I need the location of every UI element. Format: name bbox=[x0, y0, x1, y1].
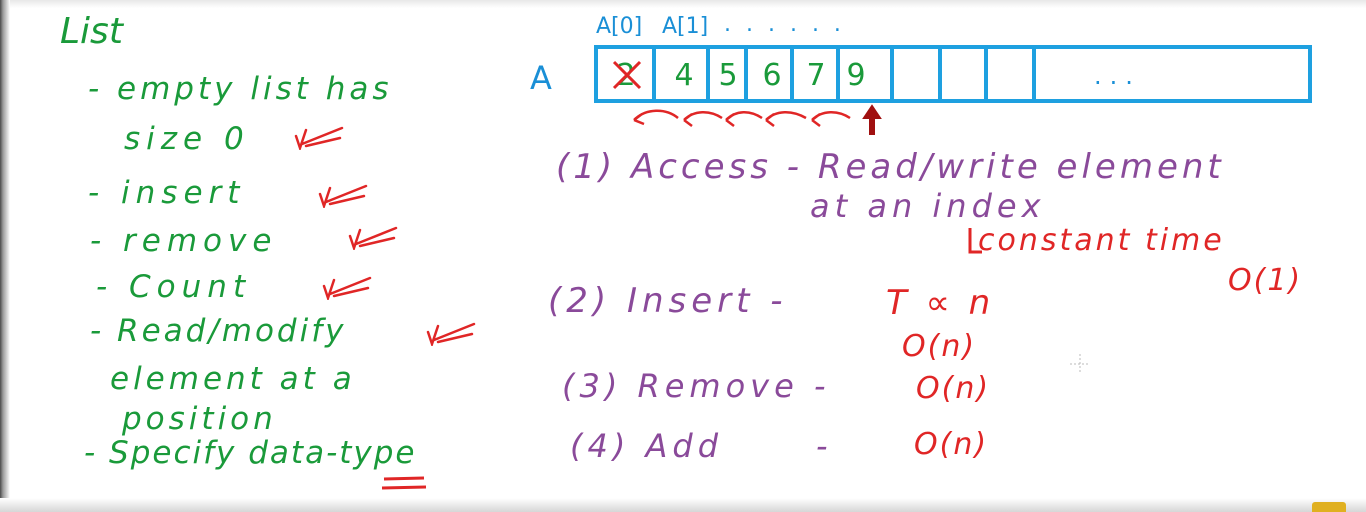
array-cell-divider bbox=[942, 47, 988, 101]
insert-complexity: O(n) bbox=[902, 329, 977, 364]
array-index-label-dots: . . . . . . bbox=[724, 12, 845, 37]
array-name: A bbox=[530, 59, 552, 97]
bottom-edge bbox=[0, 498, 1366, 512]
operation-remove: (3) Remove - bbox=[562, 367, 831, 405]
left-edge bbox=[0, 0, 10, 512]
array-index-label-0: A[0] bbox=[596, 14, 643, 39]
add-complexity: O(n) bbox=[914, 427, 989, 462]
check-icon bbox=[426, 322, 476, 346]
access-complexity: O(1) bbox=[1228, 263, 1303, 298]
list-item-read-modify: - Read/modify bbox=[90, 313, 347, 349]
shift-arrows bbox=[633, 104, 882, 135]
operation-insert: (2) Insert - bbox=[548, 281, 788, 321]
crosshair-cursor-icon bbox=[1070, 354, 1090, 374]
operation-access-line2: at an index bbox=[810, 187, 1046, 225]
insert-note: T ∝ n bbox=[886, 283, 995, 323]
whiteboard: List - empty list has size 0 - insert - … bbox=[0, 0, 1366, 512]
list-item-empty: - empty list has bbox=[88, 71, 393, 107]
bracket-mark bbox=[968, 228, 982, 254]
array-cell-value: 6 bbox=[762, 58, 782, 93]
remove-complexity: O(n) bbox=[916, 371, 991, 406]
operation-add: (4) Add bbox=[570, 427, 724, 465]
array-cell-ellipsis: ... bbox=[1094, 62, 1141, 90]
check-icon bbox=[322, 276, 372, 300]
operation-access: (1) Access - Read/write element bbox=[556, 147, 1225, 187]
array-index-label-1: A[1] bbox=[662, 14, 709, 39]
list-item-insert: - insert bbox=[88, 175, 246, 211]
corner-logo-icon bbox=[1312, 502, 1346, 512]
list-item-empty-line2: size 0 bbox=[124, 121, 250, 157]
array-cell-divider bbox=[894, 47, 942, 101]
check-icon bbox=[348, 226, 398, 250]
access-note: constant time bbox=[978, 223, 1225, 258]
array-cell-value: 7 bbox=[806, 58, 826, 93]
operation-add-dash: - bbox=[816, 427, 828, 465]
list-item-read-modify-line2: element at a bbox=[110, 361, 356, 397]
double-underline-mark bbox=[381, 476, 427, 490]
array-cell-divider bbox=[988, 47, 1036, 101]
list-item-datatype: - Specify data-type bbox=[84, 435, 417, 471]
list-item-read-modify-line3: position bbox=[122, 401, 277, 437]
array-cell-value: 4 bbox=[674, 58, 694, 93]
array-cell-value: 5 bbox=[718, 58, 738, 93]
array-cell-value: 9 bbox=[846, 58, 866, 93]
top-edge bbox=[0, 0, 1366, 8]
check-icon bbox=[294, 126, 344, 150]
cross-out-mark bbox=[612, 60, 642, 90]
list-item-remove: - remove bbox=[90, 223, 278, 259]
list-item-count: - Count bbox=[96, 269, 252, 305]
list-title: List bbox=[60, 11, 123, 52]
check-icon bbox=[318, 184, 368, 208]
